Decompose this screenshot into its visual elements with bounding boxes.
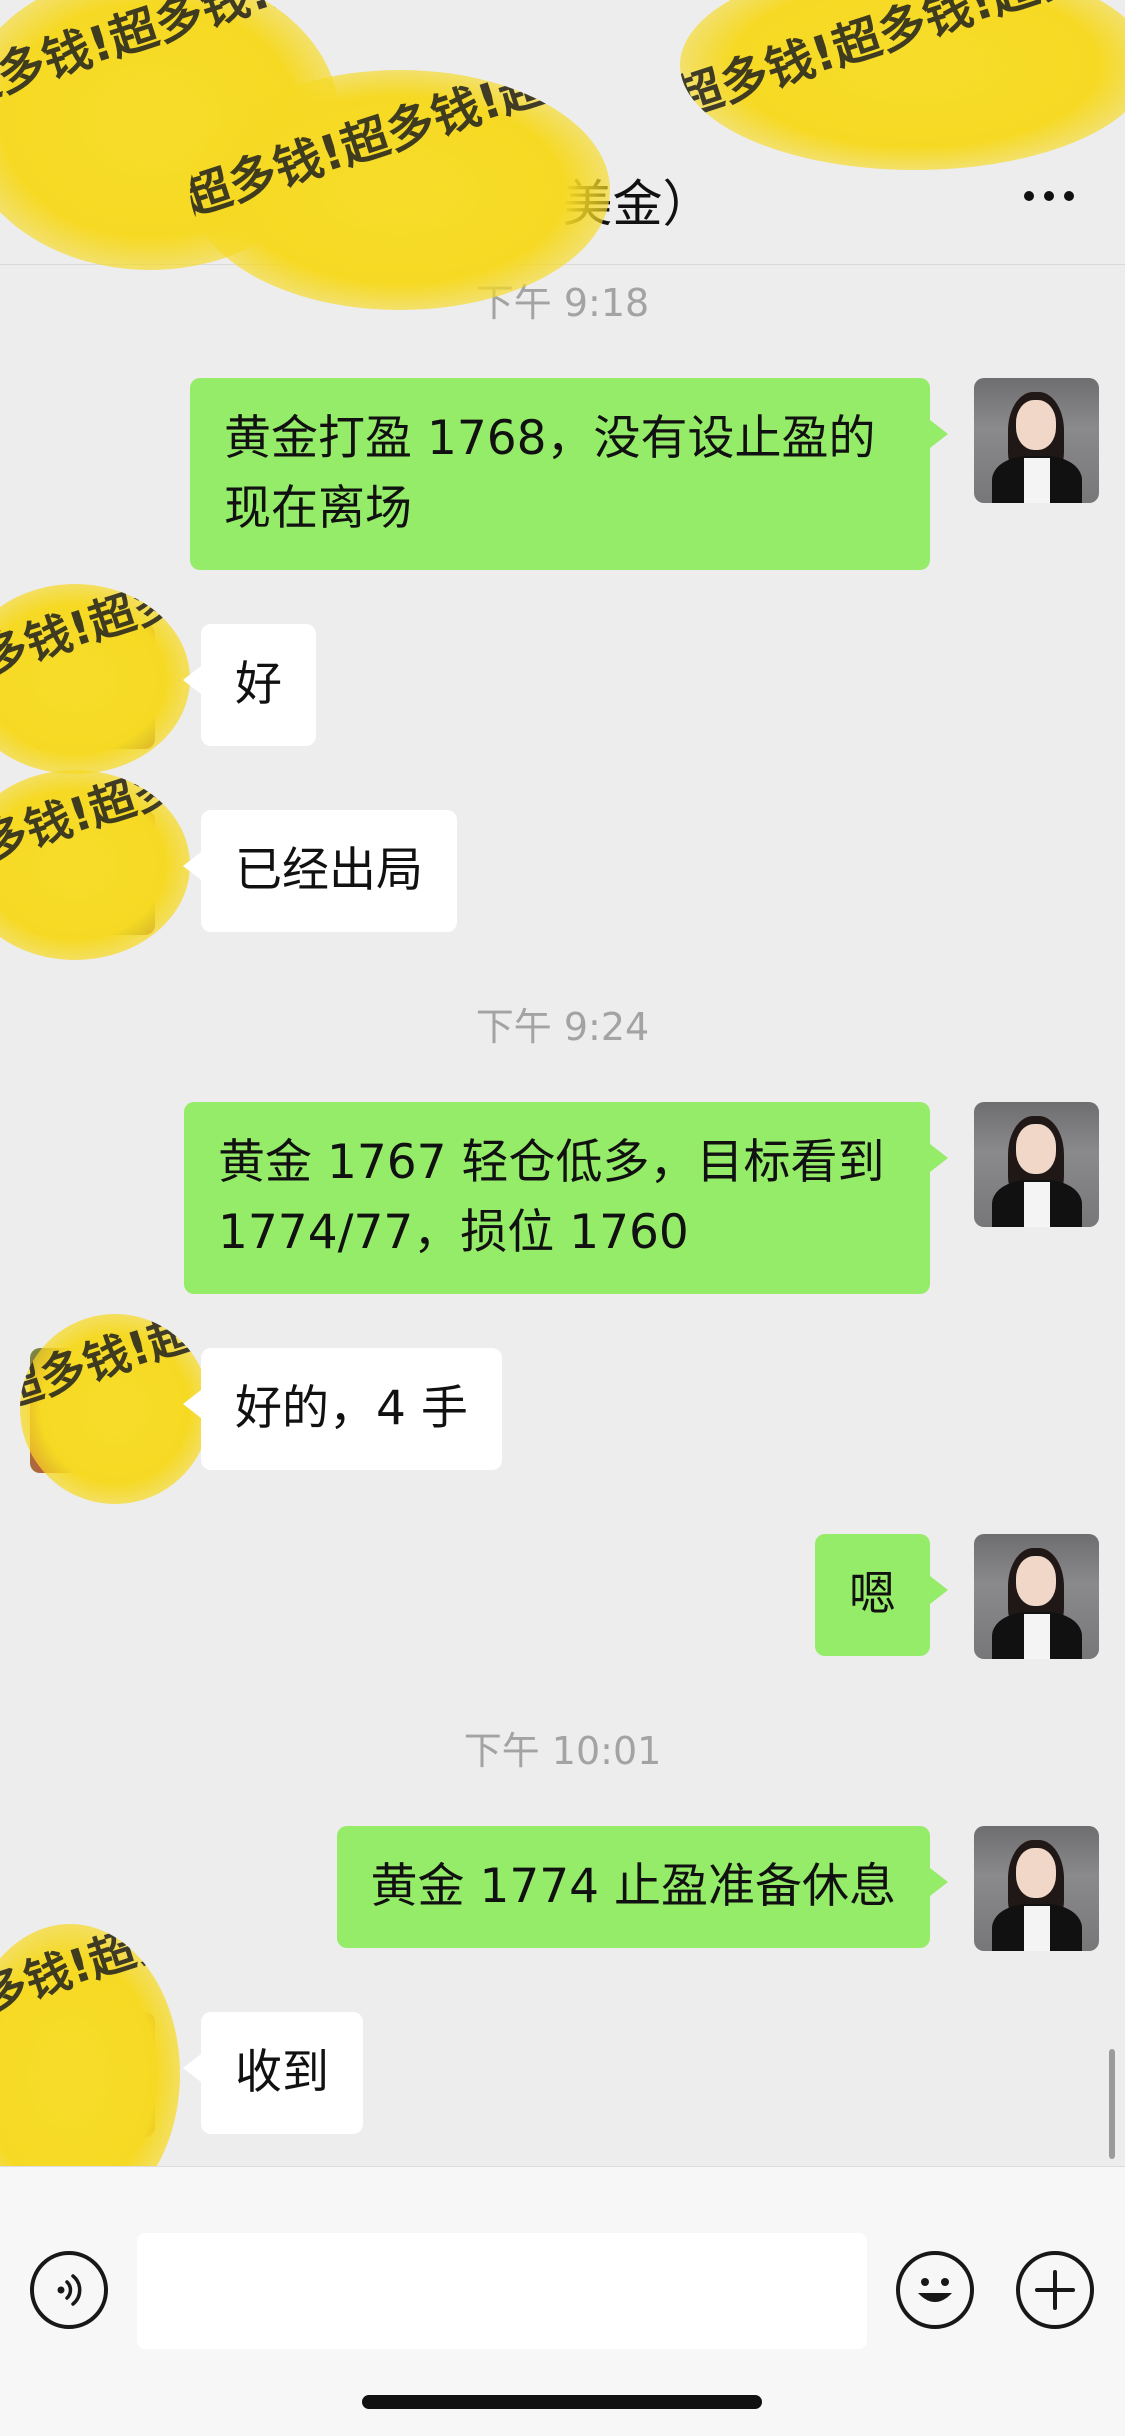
emoji-button[interactable] — [896, 2251, 974, 2329]
avatar[interactable] — [974, 378, 1099, 503]
timestamp: 下午 9:18 — [475, 281, 650, 325]
redaction-watermark: 超多钱!超多钱!超多钱! — [20, 1314, 210, 1504]
message-bubble[interactable]: 黄金打盈 1768，没有设止盈的现在离场 — [190, 378, 948, 570]
more-functions-button[interactable] — [1016, 2251, 1094, 2329]
timestamp: 下午 9:24 — [475, 1005, 650, 1049]
more-options-button[interactable] — [1009, 166, 1089, 226]
message-bubble[interactable]: 黄金 1767 轻仓低多，目标看到 1774/77，损位 1760 — [184, 1102, 948, 1294]
timestamp: 下午 10:01 — [463, 1729, 662, 1773]
avatar[interactable] — [974, 1826, 1099, 1951]
more-dot-icon — [1024, 191, 1034, 201]
more-dot-icon — [1044, 191, 1054, 201]
plus-icon — [1035, 2270, 1075, 2310]
message-bubble[interactable]: 嗯 — [815, 1534, 948, 1656]
home-indicator[interactable] — [362, 2395, 762, 2409]
emoji-icon — [918, 2278, 952, 2302]
avatar[interactable] — [974, 1102, 1099, 1227]
more-dot-icon — [1064, 191, 1074, 201]
message-bubble[interactable]: 已经出局 — [183, 810, 457, 932]
message-bubble[interactable]: 好 — [183, 624, 316, 746]
input-bar — [0, 2166, 1125, 2436]
message-list[interactable]: 下午 9:18 黄金打盈 1768，没有设止盈的现在离场 超多钱!超多钱!超多钱… — [0, 264, 1125, 2224]
redaction-watermark: 超多钱!超多钱!超多钱! — [0, 770, 190, 960]
redaction-watermark: 超多钱!超多钱!超多钱! — [0, 584, 190, 774]
message-input[interactable] — [137, 2233, 867, 2349]
redaction-watermark: 超多钱!超多钱!超多钱! — [190, 70, 610, 310]
avatar[interactable] — [974, 1534, 1099, 1659]
message-bubble[interactable]: 收到 — [183, 2012, 363, 2134]
message-bubble[interactable]: 好的，4 手 — [183, 1348, 502, 1470]
message-bubble[interactable]: 黄金 1774 止盈准备休息 — [336, 1826, 948, 1948]
voice-icon — [57, 2274, 82, 2306]
scrollbar[interactable] — [1109, 2049, 1115, 2159]
chat-screen: 万美金） 超多钱!超多钱!超多钱! 超多钱!超多钱!超多钱! 超多钱!超多钱!超… — [0, 0, 1125, 2436]
voice-button[interactable] — [30, 2251, 108, 2329]
